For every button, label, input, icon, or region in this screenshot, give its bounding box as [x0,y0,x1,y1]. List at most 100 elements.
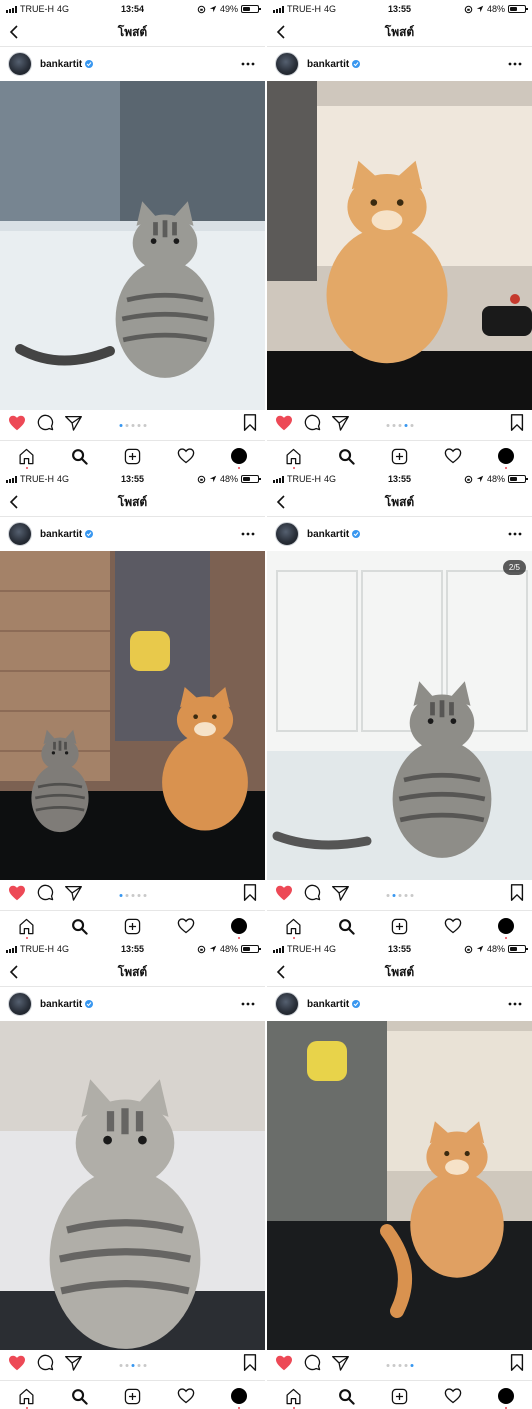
avatar[interactable] [275,992,299,1016]
avatar[interactable] [8,52,32,76]
save-button[interactable] [510,884,524,906]
like-button[interactable] [8,1355,26,1376]
tab-activity[interactable] [173,1383,199,1409]
avatar[interactable] [8,522,32,546]
tab-new-post[interactable] [387,443,413,469]
avatar[interactable] [275,522,299,546]
tab-profile[interactable] [493,1383,519,1409]
like-button[interactable] [275,885,293,906]
page-title: โพสต์ [384,494,415,509]
like-button[interactable] [8,415,26,436]
post-photo[interactable] [0,551,265,880]
tab-home[interactable] [14,1383,40,1409]
tab-profile[interactable] [226,1383,252,1409]
like-button[interactable] [8,885,26,906]
post-photo[interactable]: 2/5 [267,551,532,880]
network-label: 4G [324,474,337,484]
carousel-indicator [119,423,146,427]
bookmark-icon [510,414,524,431]
username-link[interactable]: bankartit [40,529,82,540]
tab-new-post[interactable] [387,913,413,939]
bottom-tab-bar [267,440,532,469]
back-button[interactable] [0,488,28,516]
tab-profile[interactable] [226,443,252,469]
save-button[interactable] [510,414,524,436]
back-button[interactable] [0,18,28,46]
more-options-button[interactable] [506,525,524,543]
tab-search[interactable] [67,913,93,939]
tab-search[interactable] [334,1383,360,1409]
tab-activity[interactable] [440,443,466,469]
more-options-button[interactable] [506,995,524,1013]
share-button[interactable] [332,885,349,906]
more-options-button[interactable] [506,55,524,73]
back-button[interactable] [267,18,295,46]
comment-button[interactable] [304,884,321,906]
chevron-left-icon [276,25,285,39]
save-button[interactable] [243,884,257,906]
username-link[interactable]: bankartit [40,999,82,1010]
tab-new-post[interactable] [120,1383,146,1409]
like-button[interactable] [275,1355,293,1376]
avatar[interactable] [275,52,299,76]
tab-profile[interactable] [493,443,519,469]
profile-avatar [230,1388,247,1404]
back-button[interactable] [0,958,28,986]
post-header: bankartit [267,47,532,81]
tab-home[interactable] [281,443,307,469]
tab-activity[interactable] [173,443,199,469]
post-photo[interactable] [0,81,265,410]
tab-new-post[interactable] [387,1383,413,1409]
tab-activity[interactable] [440,913,466,939]
post-photo[interactable] [267,1021,532,1350]
back-button[interactable] [267,958,295,986]
post-header: bankartit [0,987,265,1021]
more-options-button[interactable] [239,55,257,73]
save-button[interactable] [243,1354,257,1376]
tab-new-post[interactable] [120,913,146,939]
username-link[interactable]: bankartit [40,59,82,70]
post-photo[interactable] [0,1021,265,1350]
add-icon [124,918,141,934]
comment-button[interactable] [37,1354,54,1376]
share-button[interactable] [65,885,82,906]
tab-search[interactable] [334,443,360,469]
tab-search[interactable] [334,913,360,939]
tab-search[interactable] [67,1383,93,1409]
post-photo[interactable] [267,81,532,410]
tab-search[interactable] [67,443,93,469]
home-icon [19,918,34,934]
username-link[interactable]: bankartit [307,999,349,1010]
instagram-post-screen: TRUE-H 4G 13:55 48% โพสต์ bankartit [267,0,532,469]
rotation-lock-icon [464,475,473,483]
tab-activity[interactable] [173,913,199,939]
tab-profile[interactable] [226,913,252,939]
tab-activity[interactable] [440,1383,466,1409]
share-button[interactable] [332,1355,349,1376]
comment-button[interactable] [37,414,54,436]
save-button[interactable] [243,414,257,436]
tab-home[interactable] [14,443,40,469]
status-left: TRUE-H 4G [6,474,86,484]
comment-button[interactable] [304,414,321,436]
photo-counter-badge: 2/5 [502,560,526,575]
tab-home[interactable] [281,1383,307,1409]
like-button[interactable] [275,415,293,436]
username-link[interactable]: bankartit [307,59,349,70]
share-button[interactable] [65,1355,82,1376]
share-button[interactable] [65,415,82,436]
more-options-button[interactable] [239,525,257,543]
tab-profile[interactable] [493,913,519,939]
tab-new-post[interactable] [120,443,146,469]
username-link[interactable]: bankartit [307,529,349,540]
tab-home[interactable] [281,913,307,939]
more-options-button[interactable] [239,995,257,1013]
comment-button[interactable] [37,884,54,906]
avatar[interactable] [8,992,32,1016]
save-button[interactable] [510,1354,524,1376]
tab-home[interactable] [14,913,40,939]
back-button[interactable] [267,488,295,516]
comment-button[interactable] [304,1354,321,1376]
share-button[interactable] [332,415,349,436]
comment-icon [37,884,54,901]
